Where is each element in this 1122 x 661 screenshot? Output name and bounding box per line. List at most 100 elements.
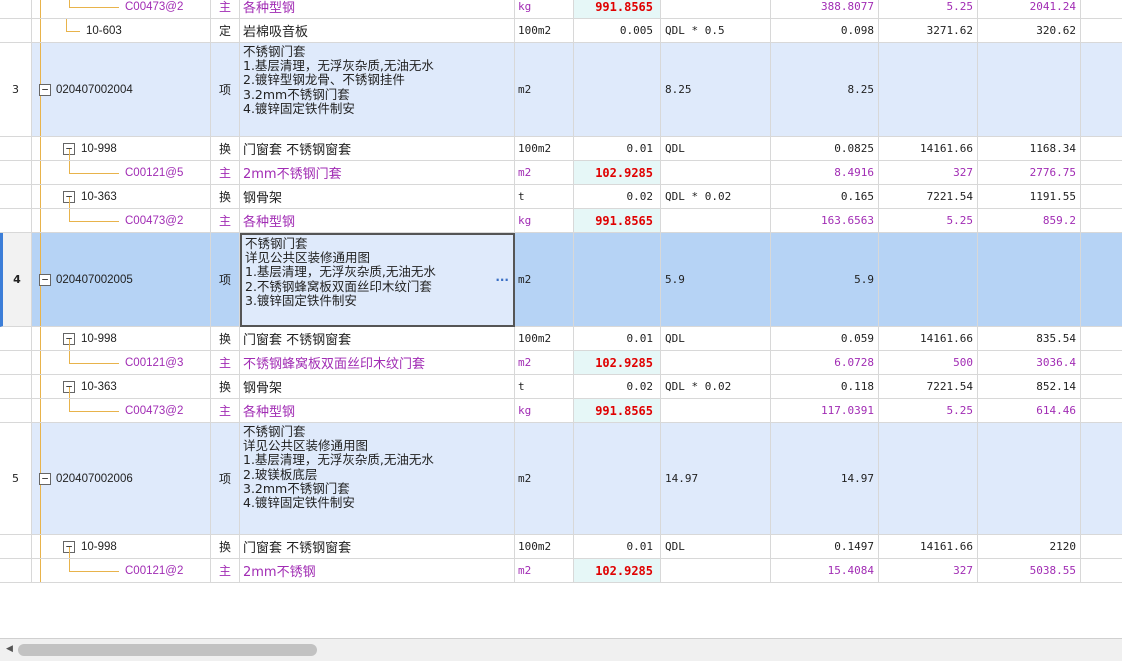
quantity-cell[interactable]: 117.0391 [771,399,879,423]
unit-cell[interactable]: kg [515,209,574,233]
bill-item-row[interactable]: 4−020407002005 项不锈钢门套 详见公共区装修通用图 1.基层清理，无… [0,233,1122,327]
quantity-cell[interactable]: 8.4916 [771,161,879,185]
price-cell[interactable]: 7221.54 [879,375,978,399]
total-cell[interactable] [978,423,1081,535]
name-cell[interactable]: 各种型钢 [240,209,515,233]
horizontal-scrollbar[interactable]: ◀ [0,638,1122,661]
expression-cell[interactable]: QDL [661,137,771,161]
total-cell[interactable]: 859.2 [978,209,1081,233]
unit-cell[interactable]: kg [515,0,574,19]
quantity-cell[interactable]: 0.118 [771,375,879,399]
code-cell[interactable]: −10-363 [32,185,211,209]
material-row[interactable]: C00121@3 主不锈钢蜂窝板双面丝印木纹门套 m2 102.9285 6.0728 5… [0,351,1122,375]
minus-box-icon[interactable]: − [39,273,51,286]
quota-row[interactable]: −10-998换门窗套 不锈钢窗套 100m2 0.01 QDL 0.0825 14161… [0,137,1122,161]
name-cell[interactable]: 不锈钢门套 详见公共区装修通用图 1.基层清理，无浮灰杂质,无油无水 2.不锈钢… [240,233,515,327]
name-cell[interactable]: 各种型钢 [240,399,515,423]
total-cell[interactable]: 5038.55 [978,559,1081,583]
price-cell[interactable]: 14161.66 [879,535,978,559]
total-cell[interactable]: 320.62 [978,19,1081,43]
content-cell[interactable] [574,43,661,137]
scrollbar-thumb[interactable] [18,644,317,656]
price-cell[interactable]: 3271.62 [879,19,978,43]
arrow-left-icon[interactable]: ◀ [6,644,13,654]
name-cell[interactable]: 不锈钢门套 详见公共区装修通用图 1.基层清理，无浮灰杂质,无油无水 2.玻镁板… [240,423,515,535]
content-cell[interactable]: 102.9285 [574,351,661,375]
expression-cell[interactable] [661,0,771,19]
quota-row[interactable]: 10-603 定岩棉吸音板 100m2 0.005 QDL * 0.5 0.098 3271… [0,19,1122,43]
expression-cell[interactable] [661,351,771,375]
price-cell[interactable] [879,423,978,535]
unit-cell[interactable]: 100m2 [515,137,574,161]
unit-cell[interactable]: m2 [515,351,574,375]
content-cell[interactable]: 0.005 [574,19,661,43]
quantity-cell[interactable]: 0.0825 [771,137,879,161]
code-cell[interactable]: C00473@2 [32,209,211,233]
unit-cell[interactable]: m2 [515,559,574,583]
code-cell[interactable]: C00121@3 [32,351,211,375]
total-cell[interactable]: 3036.4 [978,351,1081,375]
unit-cell[interactable]: 100m2 [515,535,574,559]
name-cell[interactable]: 不锈钢门套 1.基层清理，无浮灰杂质,无油无水 2.镀锌型钢龙骨、不锈钢挂件 3… [240,43,515,137]
quantity-cell[interactable]: 15.4084 [771,559,879,583]
expression-cell[interactable] [661,559,771,583]
unit-cell[interactable]: t [515,185,574,209]
name-cell[interactable]: 门窗套 不锈钢窗套 [240,137,515,161]
name-cell[interactable]: 不锈钢蜂窝板双面丝印木纹门套 [240,351,515,375]
quantity-cell[interactable]: 8.25 [771,43,879,137]
expression-cell[interactable]: QDL * 0.02 [661,375,771,399]
name-cell[interactable]: 岩棉吸音板 [240,19,515,43]
total-cell[interactable]: 852.14 [978,375,1081,399]
content-cell[interactable]: 102.9285 [574,559,661,583]
price-cell[interactable]: 327 [879,161,978,185]
total-cell[interactable] [978,43,1081,137]
total-cell[interactable]: 614.46 [978,399,1081,423]
code-cell[interactable]: −020407002004 [32,43,211,137]
content-cell[interactable] [574,233,661,327]
quantity-cell[interactable]: 163.6563 [771,209,879,233]
material-row[interactable]: C00473@2 主各种型钢 kg 991.8565 163.6563 5.25 859.2 [0,209,1122,233]
content-cell[interactable]: 0.02 [574,185,661,209]
expression-cell[interactable] [661,399,771,423]
content-cell[interactable]: 0.01 [574,327,661,351]
code-cell[interactable]: C00473@2 [32,399,211,423]
code-cell[interactable]: −020407002006 [32,423,211,535]
quantity-cell[interactable]: 6.0728 [771,351,879,375]
total-cell[interactable]: 2776.75 [978,161,1081,185]
code-cell[interactable]: C00121@2 [32,559,211,583]
expression-cell[interactable]: QDL [661,535,771,559]
content-cell[interactable]: 0.02 [574,375,661,399]
quota-row[interactable]: −10-363换钢骨架 t 0.02 QDL * 0.02 0.165 7221.54 11… [0,185,1122,209]
code-cell[interactable]: −10-363 [32,375,211,399]
price-cell[interactable] [879,43,978,137]
name-cell[interactable]: 2mm不锈钢门套 [240,161,515,185]
name-cell[interactable]: 门窗套 不锈钢窗套 [240,535,515,559]
total-cell[interactable]: 1168.34 [978,137,1081,161]
material-row[interactable]: C00121@5 主 2mm不锈钢门套 m2 102.9285 8.4916 327 2776… [0,161,1122,185]
material-row[interactable]: C00473@2 主各种型钢 kg 991.8565 388.8077 5.25 2041.… [0,0,1122,19]
bill-item-row[interactable]: 5−020407002006 项不锈钢门套 详见公共区装修通用图 1.基层清理，无… [0,423,1122,535]
content-cell[interactable]: 991.8565 [574,399,661,423]
quantity-cell[interactable]: 388.8077 [771,0,879,19]
name-cell[interactable]: 钢骨架 [240,375,515,399]
unit-cell[interactable]: m2 [515,233,574,327]
quantity-cell[interactable]: 0.098 [771,19,879,43]
content-cell[interactable]: 991.8565 [574,0,661,19]
ellipsis-icon[interactable]: ··· [495,273,509,287]
code-cell[interactable]: −10-998 [32,327,211,351]
code-cell[interactable]: C00473@2 [32,0,211,19]
quota-row[interactable]: −10-363换钢骨架 t 0.02 QDL * 0.02 0.118 7221.54 85… [0,375,1122,399]
quantity-cell[interactable]: 0.059 [771,327,879,351]
expression-cell[interactable]: 8.25 [661,43,771,137]
content-cell[interactable]: 0.01 [574,535,661,559]
price-cell[interactable] [879,233,978,327]
unit-cell[interactable]: t [515,375,574,399]
quantity-cell[interactable]: 0.165 [771,185,879,209]
minus-box-icon[interactable]: − [39,472,51,485]
quantity-cell[interactable]: 0.1497 [771,535,879,559]
price-cell[interactable]: 500 [879,351,978,375]
expression-cell[interactable]: QDL * 0.02 [661,185,771,209]
content-cell[interactable]: 991.8565 [574,209,661,233]
code-cell[interactable]: −020407002005 [32,233,211,327]
expression-cell[interactable]: QDL * 0.5 [661,19,771,43]
